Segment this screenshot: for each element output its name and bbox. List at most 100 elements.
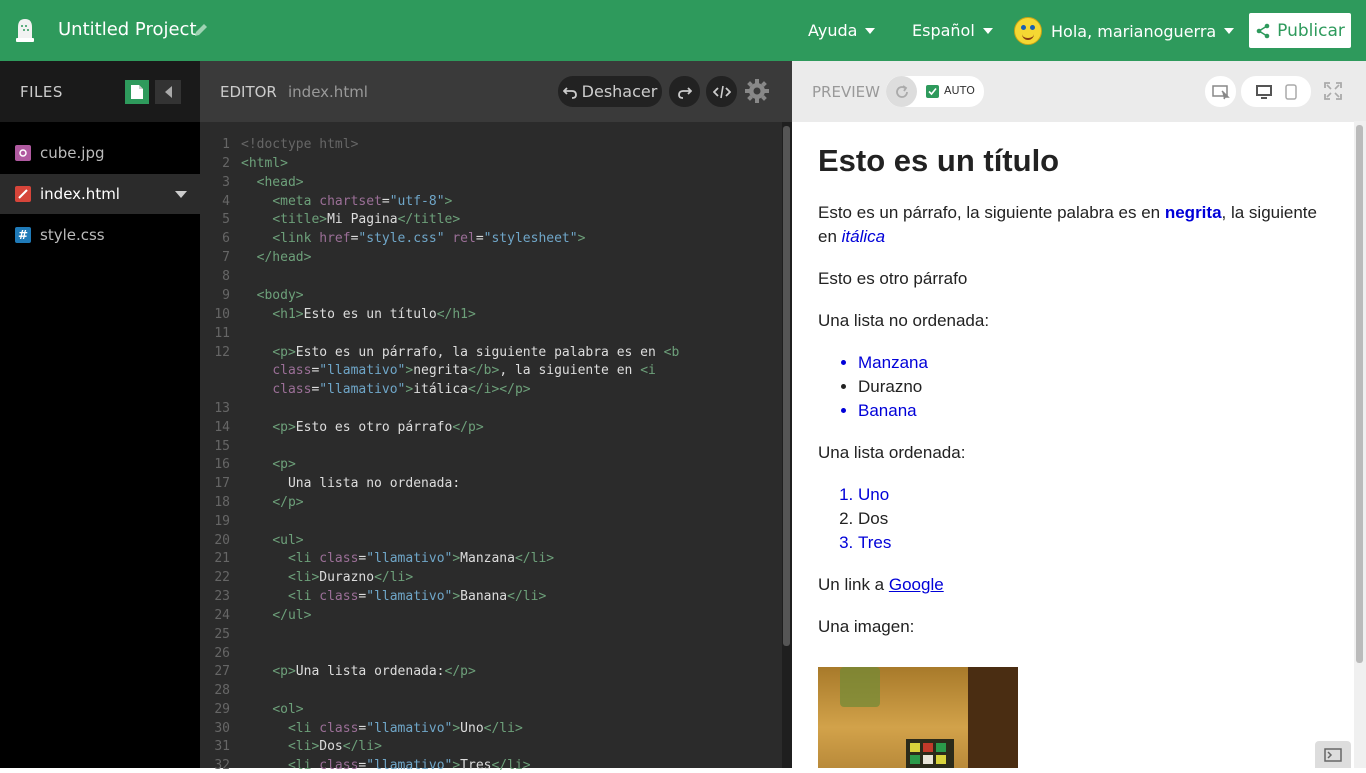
undo-button[interactable]: Deshacer [558,76,662,107]
paragraph-2: Esto es otro párrafo [818,269,968,288]
bold-word: negrita [1164,203,1222,222]
preview-scrollbar-thumb[interactable] [1356,125,1363,663]
editor-filename: index.html [288,83,368,101]
console-toggle-button[interactable] [1315,741,1351,768]
list-item: Tres [858,531,1338,555]
fullscreen-icon[interactable] [1324,82,1342,100]
code-line: class="llamativo">negrita</b>, la siguie… [272,363,656,378]
preview-header: PREVIEW AUTO [792,61,1366,122]
paragraph-3: Una lista no ordenada: [818,311,990,330]
image-file-icon [15,145,31,161]
language-menu[interactable]: Español [912,21,993,40]
mobile-icon[interactable] [1285,83,1297,100]
code-line: </ul> [272,608,312,623]
desktop-icon[interactable] [1255,84,1273,100]
inspect-icon [1211,84,1230,99]
code-line: <h1>Esto es un título</h1> [272,307,476,322]
file-item-style[interactable]: # style.css [0,215,200,255]
check-icon [928,87,937,96]
list-item: Durazno [858,375,1338,399]
cube-image [818,667,1018,768]
gear-icon[interactable] [745,79,769,103]
code-line: <body> [256,288,304,303]
avatar [1014,17,1042,45]
user-greeting: Hola, marianoguerra [1051,21,1217,41]
preview-scrollbar[interactable] [1354,121,1366,768]
page-heading: Esto es un título [818,143,1060,178]
new-file-button[interactable] [125,80,149,104]
paragraph-4: Una lista ordenada: [818,443,966,462]
files-panel: FILES cube.jpg index.html # style.css [0,61,200,768]
code-line: </p> [272,495,304,510]
file-name: index.html [40,185,120,203]
ordered-list: Uno Dos Tres [818,483,1338,555]
undo-icon [562,86,577,99]
code-line: <p>Esto es un párrafo, la siguiente pala… [272,345,680,360]
code-line: <!doctype html> [241,137,359,152]
list-item: Manzana [858,351,1338,375]
publish-button[interactable]: Publicar [1249,13,1351,48]
preview-title: PREVIEW [812,83,880,101]
code-line: <title>Mi Pagina</title> [272,212,461,227]
code-line: <p> [272,457,296,472]
files-title: FILES [20,83,63,101]
project-title[interactable]: Untitled Project [58,19,197,40]
list-item: Uno [858,483,1338,507]
paragraph-5: Un link a Google [818,575,944,594]
chevron-down-icon [1224,28,1235,34]
code-line: <p>Una lista ordenada:</p> [272,664,476,679]
refresh-button[interactable] [886,76,917,107]
undo-label: Deshacer [581,82,658,101]
auto-refresh-control: AUTO [886,76,984,107]
code-view-button[interactable] [706,76,737,107]
code-line: <li class="llamativo">Uno</li> [287,721,523,736]
chevron-left-icon [164,86,172,98]
editor-scrollbar[interactable] [782,122,792,768]
code-line: <head> [256,175,304,190]
code-line: <link href="style.css" rel="stylesheet"> [272,231,586,246]
redo-button[interactable] [669,76,700,107]
publish-label: Publicar [1277,20,1345,41]
redo-icon [677,86,692,99]
file-item-cube[interactable]: cube.jpg [0,133,200,173]
preview-panel: PREVIEW AUTO Esto es un título Esto es u… [792,61,1366,768]
code-line: <ul> [272,533,304,548]
editor-scrollbar-thumb[interactable] [783,126,790,646]
code-icon [712,85,731,98]
collapse-files-button[interactable] [155,80,181,104]
unordered-list: Manzana Durazno Banana [818,351,1338,423]
help-menu[interactable]: Ayuda [808,21,876,40]
chevron-down-icon[interactable] [175,191,187,198]
device-toggle [1241,76,1311,107]
preview-content: Esto es un título Esto es un párrafo, la… [818,143,1338,657]
console-icon [1324,747,1342,762]
auto-checkbox[interactable] [926,85,939,98]
edit-title-icon[interactable] [194,23,208,37]
language-menu-label: Español [912,21,975,40]
code-line: <li class="llamativo">Manzana</li> [287,551,555,566]
css-file-icon: # [15,227,31,243]
list-item: Banana [858,399,1338,423]
google-link[interactable]: Google [889,575,944,594]
files-header: FILES [0,61,200,122]
html-file-icon [15,186,31,202]
code-line: <li>Durazno</li> [287,570,414,585]
file-item-index[interactable]: index.html [0,174,200,214]
help-menu-label: Ayuda [808,21,858,40]
code-line: <li>Dos</li> [287,739,382,754]
code-line: <meta chartset="utf-8"> [272,194,453,209]
inspect-button[interactable] [1205,76,1236,107]
auto-label: AUTO [944,84,975,97]
italic-word: itálica [841,227,886,246]
thimble-logo-icon[interactable] [14,17,36,43]
user-menu[interactable]: Hola, marianoguerra [1014,17,1235,45]
editor-header: EDITOR index.html Deshacer [200,61,792,122]
code-line: Una lista no ordenada: [287,476,461,491]
code-line: <li class="llamativo">Tres</li> [287,758,531,773]
code-line: </head> [256,250,312,265]
top-bar: Untitled Project Ayuda Español Hola, mar… [0,0,1366,61]
paragraph-1: Esto es un párrafo, la siguiente palabra… [818,203,1317,246]
chevron-down-icon [865,27,876,34]
list-item: Dos [858,507,1338,531]
share-icon [1256,23,1270,38]
